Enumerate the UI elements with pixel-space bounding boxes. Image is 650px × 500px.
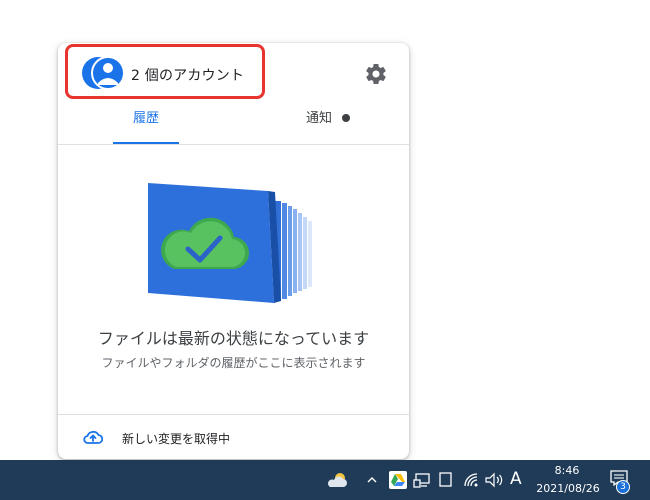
tablet-icon[interactable]	[438, 471, 454, 489]
status-title: ファイルは最新の状態になっています	[97, 329, 370, 348]
panel-header: 2 個のアカウント	[58, 43, 409, 101]
cloud-upload-icon	[83, 430, 103, 444]
unread-dot-icon	[342, 113, 350, 122]
status-subtitle: ファイルやフォルダの履歴がここに表示されます	[101, 356, 366, 370]
network-pc-icon[interactable]	[413, 471, 431, 489]
clock-time[interactable]: 8:46	[546, 464, 588, 477]
tab-history[interactable]: 履歴	[113, 105, 179, 145]
chevron-up-icon[interactable]	[366, 474, 378, 486]
tab-notifications-label: 通知	[305, 111, 332, 126]
divider	[58, 144, 409, 145]
sync-status-label: 新しい変更を取得中	[122, 432, 231, 446]
wifi-icon[interactable]	[463, 472, 479, 488]
tab-bar: 履歴 通知	[58, 105, 409, 145]
drive-popup-panel: 2 個のアカウント 履歴 通知 ファイルは最新の状態になっています ファイルやフ…	[58, 43, 409, 459]
divider	[58, 414, 409, 415]
ime-indicator[interactable]: A	[510, 469, 522, 489]
gear-icon[interactable]	[364, 62, 388, 86]
windows-taskbar: A 8:46 2021/08/26	[0, 460, 650, 500]
clock-date[interactable]: 2021/08/26	[533, 482, 603, 495]
weather-cloud-icon[interactable]	[325, 471, 349, 489]
files-up-to-date-illustration	[148, 183, 312, 303]
google-drive-icon[interactable]	[389, 471, 407, 489]
speaker-icon[interactable]	[484, 471, 504, 489]
tab-notifications[interactable]: 通知	[278, 105, 378, 145]
notification-count-badge: 3	[616, 480, 630, 494]
annotation-highlight-box	[65, 44, 265, 99]
